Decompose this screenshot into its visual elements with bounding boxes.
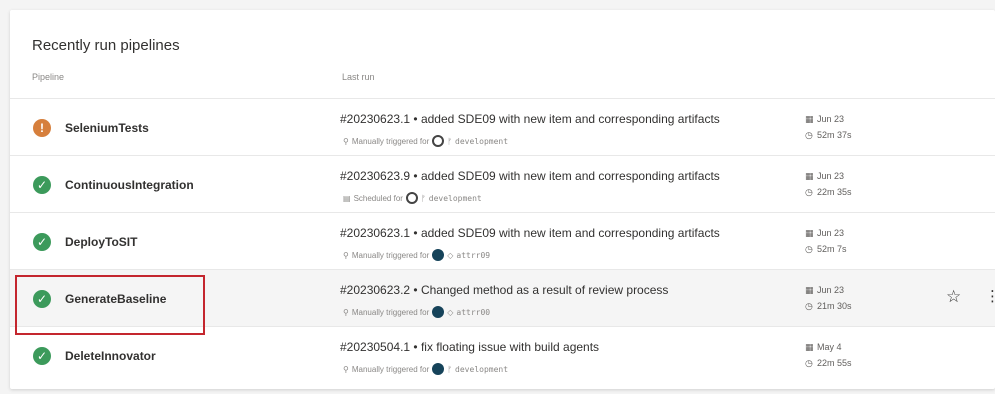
trigger-text: Manually triggered for <box>351 364 430 374</box>
avatar <box>405 192 418 204</box>
warning-icon: ! <box>33 119 51 137</box>
pipeline-list: ! SeleniumTests #20230623.1 • added SDE0… <box>10 98 995 383</box>
run-duration: ◷ 22m 35s <box>805 187 852 197</box>
branch-name[interactable]: development <box>429 194 482 203</box>
run-date: ▦ May 4 <box>805 342 842 352</box>
calendar-icon: ▦ <box>805 342 814 352</box>
check-icon: ✓ <box>33 233 51 251</box>
pipeline-name[interactable]: SeleniumTests <box>65 121 149 135</box>
run-meta: ⚲ Manually triggered for ᚠ development <box>343 363 508 375</box>
schedule-icon: ▤ <box>343 193 351 203</box>
pipeline-name[interactable]: ContinuousIntegration <box>65 178 194 192</box>
branch-icon: ᚠ <box>447 136 453 146</box>
tag-icon: ◇ <box>447 250 454 260</box>
run-date: ▦ Jun 23 <box>805 114 845 124</box>
run-meta: ⚲ Manually triggered for ◇ attrr09 <box>343 249 490 261</box>
trigger-text: Manually triggered for <box>351 136 430 146</box>
branch-icon: ᚠ <box>420 193 426 203</box>
run-duration: ◷ 21m 30s <box>805 301 852 311</box>
trigger-icon: ⚲ <box>343 364 349 374</box>
pipeline-row[interactable]: ! SeleniumTests #20230623.1 • added SDE0… <box>10 98 995 155</box>
tag-icon: ◇ <box>447 307 454 317</box>
panel-title: Recently run pipelines <box>32 37 180 54</box>
run-meta: ⚲ Manually triggered for ◇ attrr00 <box>343 306 490 318</box>
clock-icon: ◷ <box>805 130 813 140</box>
run-duration: ◷ 52m 7s <box>805 244 847 254</box>
branch-name[interactable]: development <box>455 365 508 374</box>
run-date: ▦ Jun 23 <box>805 171 845 181</box>
pipeline-row[interactable]: ✓ DeployToSIT #20230623.1 • added SDE09 … <box>10 212 995 269</box>
trigger-icon: ⚲ <box>343 136 349 146</box>
clock-icon: ◷ <box>805 301 813 311</box>
trigger-text: Manually triggered for <box>351 250 430 260</box>
run-duration: ◷ 52m 37s <box>805 130 852 140</box>
run-duration: ◷ 22m 55s <box>805 358 852 368</box>
trigger-text: Manually triggered for <box>351 307 430 317</box>
calendar-icon: ▦ <box>805 285 814 295</box>
run-meta: ⚲ Manually triggered for ᚠ development <box>343 135 508 147</box>
branch-icon: ᚠ <box>447 364 453 374</box>
column-header-last-run: Last run <box>342 72 375 82</box>
run-title[interactable]: #20230504.1 • fix floating issue with bu… <box>340 340 599 354</box>
clock-icon: ◷ <box>805 187 813 197</box>
more-icon[interactable]: ⋮ <box>985 287 995 305</box>
pipeline-name[interactable]: DeleteInnovator <box>65 349 156 363</box>
run-title[interactable]: #20230623.1 • added SDE09 with new item … <box>340 112 720 126</box>
check-icon: ✓ <box>33 176 51 194</box>
check-icon: ✓ <box>33 347 51 365</box>
trigger-icon: ⚲ <box>343 250 349 260</box>
star-icon[interactable]: ☆ <box>946 287 961 307</box>
pipeline-row[interactable]: ✓ ContinuousIntegration #20230623.9 • ad… <box>10 155 995 212</box>
run-date: ▦ Jun 23 <box>805 285 845 295</box>
column-header-pipeline: Pipeline <box>32 72 65 82</box>
calendar-icon: ▦ <box>805 114 814 124</box>
run-title[interactable]: #20230623.9 • added SDE09 with new item … <box>340 169 720 183</box>
avatar <box>432 363 445 375</box>
calendar-icon: ▦ <box>805 171 814 181</box>
run-title[interactable]: #20230623.2 • Changed method as a result… <box>340 283 668 297</box>
clock-icon: ◷ <box>805 358 813 368</box>
trigger-icon: ⚲ <box>343 307 349 317</box>
calendar-icon: ▦ <box>805 228 814 238</box>
run-title[interactable]: #20230623.1 • added SDE09 with new item … <box>340 226 720 240</box>
highlight-annotation-box <box>15 275 205 335</box>
branch-name[interactable]: attrr00 <box>456 308 490 317</box>
clock-icon: ◷ <box>805 244 813 254</box>
branch-name[interactable]: development <box>455 137 508 146</box>
avatar <box>432 306 445 318</box>
run-meta: ▤ Scheduled for ᚠ development <box>343 192 482 204</box>
branch-name[interactable]: attrr09 <box>456 251 490 260</box>
run-date: ▦ Jun 23 <box>805 228 845 238</box>
avatar <box>432 249 445 261</box>
avatar <box>432 135 445 147</box>
pipeline-name[interactable]: DeployToSIT <box>65 235 137 249</box>
trigger-text: Scheduled for <box>353 193 403 203</box>
